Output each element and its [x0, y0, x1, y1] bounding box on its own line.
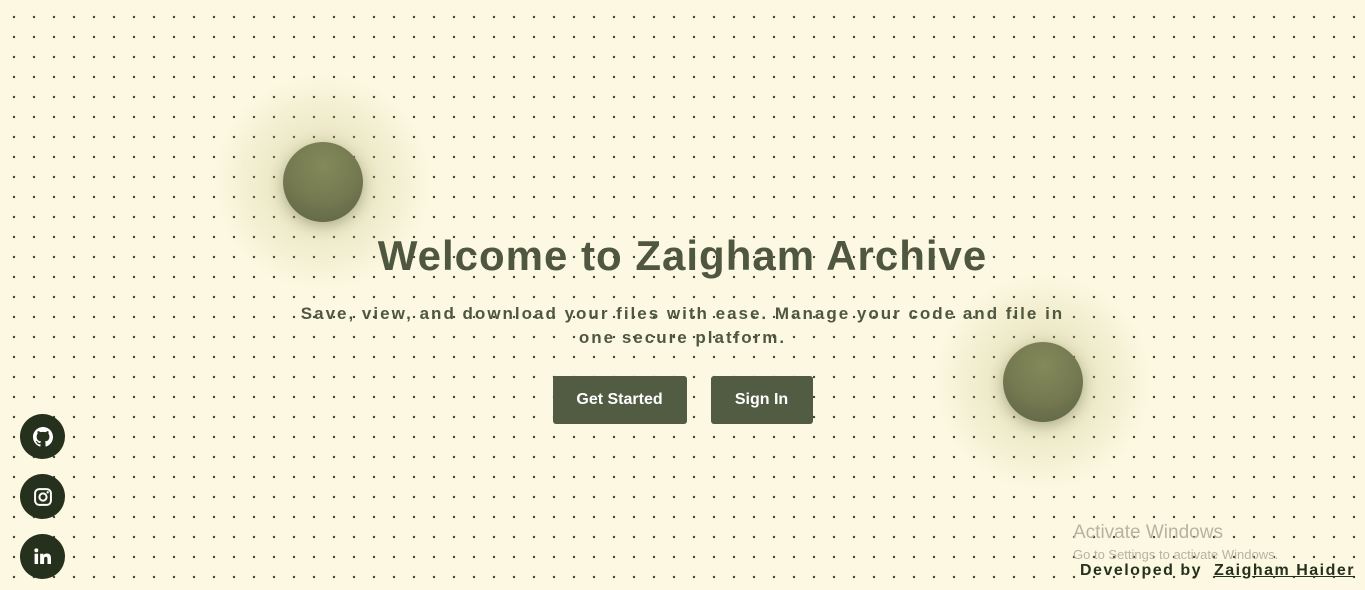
linkedin-link[interactable]: [20, 534, 65, 579]
instagram-link[interactable]: [20, 474, 65, 519]
github-link[interactable]: [20, 414, 65, 459]
developer-credit: Developed by Zaigham Haider: [1080, 562, 1355, 580]
page-title: Welcome to Zaigham Archive: [377, 232, 988, 279]
decorative-orb-left: [283, 142, 363, 222]
watermark-title: Activate Windows: [1073, 522, 1223, 543]
linkedin-icon: [34, 548, 51, 565]
instagram-icon: [33, 487, 52, 506]
github-icon: [32, 426, 53, 447]
get-started-button[interactable]: Get Started: [552, 376, 687, 424]
social-links: [20, 414, 65, 579]
hero-section: Welcome to Zaigham Archive Save, view, a…: [0, 232, 1365, 424]
watermark-subtitle: Go to Settings to activate Windows.: [1073, 547, 1279, 562]
developer-link[interactable]: Zaigham Haider: [1214, 562, 1355, 579]
activate-windows-watermark: Activate Windows Go to Settings to activ…: [1073, 522, 1278, 563]
hero-subtitle: Save, view, and download your files with…: [300, 304, 1065, 347]
developed-by-label: Developed by: [1079, 562, 1203, 579]
hero-actions: Get Started Sign In: [0, 376, 1365, 424]
sign-in-button[interactable]: Sign In: [710, 376, 813, 424]
